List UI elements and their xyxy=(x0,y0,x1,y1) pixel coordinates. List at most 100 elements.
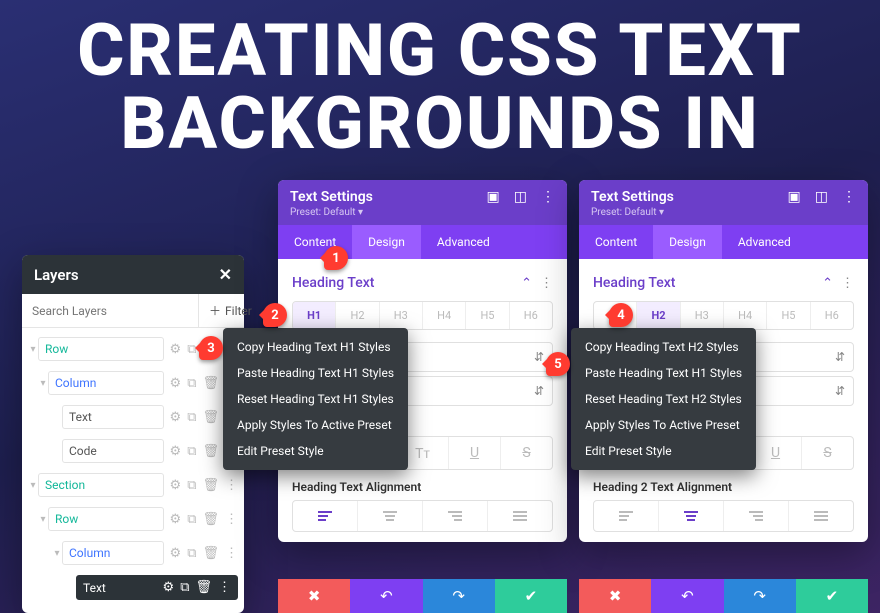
layer-code[interactable]: Code⚙⧉🗑⋮ xyxy=(22,434,244,468)
ctx-copy[interactable]: Copy Heading Text H2 Styles xyxy=(571,334,756,360)
collapse-icon[interactable]: ⌃ xyxy=(521,276,532,291)
redo-button[interactable]: ↷ xyxy=(724,579,796,613)
more-icon[interactable]: ⋮ xyxy=(225,512,238,527)
trash-icon[interactable]: 🗑 xyxy=(202,546,219,561)
htab-h1[interactable]: H1 xyxy=(293,302,336,329)
preset-label[interactable]: Preset: Default ▾ xyxy=(591,207,856,218)
layer-text[interactable]: Text⚙⧉🗑⋮ xyxy=(22,400,244,434)
htab-h2[interactable]: H2 xyxy=(637,302,680,329)
gear-icon[interactable]: ⚙ xyxy=(170,376,182,391)
redo-button[interactable]: ↷ xyxy=(423,579,495,613)
save-button[interactable]: ✔ xyxy=(495,579,567,613)
align-right-button[interactable] xyxy=(423,501,488,531)
ctx-reset[interactable]: Reset Heading Text H2 Styles xyxy=(571,386,756,412)
focus-icon[interactable]: ▣ xyxy=(487,189,500,205)
tab-design[interactable]: Design xyxy=(653,225,722,259)
htab-h4[interactable]: H4 xyxy=(724,302,767,329)
tab-content[interactable]: Content xyxy=(579,225,653,259)
collapse-icon[interactable]: ⌃ xyxy=(822,276,833,291)
tab-design[interactable]: Design xyxy=(352,225,421,259)
underline-button[interactable]: U xyxy=(449,437,501,469)
htab-h5[interactable]: H5 xyxy=(466,302,509,329)
gear-icon[interactable]: ⚙ xyxy=(170,478,182,493)
close-icon[interactable]: ✕ xyxy=(219,265,232,284)
copy-icon[interactable]: ⧉ xyxy=(180,580,189,595)
copy-icon[interactable]: ⧉ xyxy=(187,444,196,459)
expand-icon[interactable]: ◫ xyxy=(514,189,527,205)
marker-5: 5 xyxy=(546,352,570,376)
strike-button[interactable]: S xyxy=(501,437,552,469)
layer-text-active[interactable]: Text⚙⧉🗑⋮ xyxy=(22,570,244,605)
align-justify-button[interactable] xyxy=(789,501,853,531)
layer-section[interactable]: ▾Section⚙⧉🗑⋮ xyxy=(22,468,244,502)
htab-h5[interactable]: H5 xyxy=(767,302,810,329)
trash-icon[interactable]: 🗑 xyxy=(202,512,219,527)
expand-icon[interactable]: ◫ xyxy=(815,189,828,205)
gear-icon[interactable]: ⚙ xyxy=(170,512,182,527)
settings-title: Text Settings xyxy=(290,189,373,205)
ctx-paste[interactable]: Paste Heading Text H1 Styles xyxy=(223,360,408,386)
align-left-button[interactable] xyxy=(594,501,659,531)
copy-icon[interactable]: ⧉ xyxy=(187,410,196,425)
gear-icon[interactable]: ⚙ xyxy=(163,580,175,595)
more-icon[interactable]: ⋮ xyxy=(540,276,553,291)
ctx-edit-preset[interactable]: Edit Preset Style xyxy=(223,438,408,464)
save-button[interactable]: ✔ xyxy=(796,579,868,613)
trash-icon[interactable]: 🗑 xyxy=(202,444,219,459)
ctx-paste[interactable]: Paste Heading Text H1 Styles xyxy=(571,360,756,386)
ctx-apply-preset[interactable]: Apply Styles To Active Preset xyxy=(223,412,408,438)
tab-advanced[interactable]: Advanced xyxy=(421,225,506,259)
trash-icon[interactable]: 🗑 xyxy=(195,580,212,595)
trash-icon[interactable]: 🗑 xyxy=(202,376,219,391)
ctx-reset[interactable]: Reset Heading Text H1 Styles xyxy=(223,386,408,412)
underline-button[interactable]: U xyxy=(750,437,802,469)
copy-icon[interactable]: ⧉ xyxy=(187,512,196,527)
search-input[interactable] xyxy=(22,294,198,327)
align-center-button[interactable] xyxy=(358,501,423,531)
ctx-apply-preset[interactable]: Apply Styles To Active Preset xyxy=(571,412,756,438)
htab-h3[interactable]: H3 xyxy=(681,302,724,329)
align-right-button[interactable] xyxy=(724,501,789,531)
gear-icon[interactable]: ⚙ xyxy=(170,444,182,459)
layer-column[interactable]: ▾Column⚙⧉🗑⋮ xyxy=(22,536,244,570)
preset-label[interactable]: Preset: Default ▾ xyxy=(290,207,555,218)
gear-icon[interactable]: ⚙ xyxy=(170,342,182,357)
undo-button[interactable]: ↶ xyxy=(350,579,422,613)
htab-h4[interactable]: H4 xyxy=(423,302,466,329)
layers-search-row: ＋Filter xyxy=(22,294,244,328)
cancel-button[interactable]: ✖ xyxy=(579,579,651,613)
alignment-label: Heading Text Alignment xyxy=(292,480,553,494)
htab-h6[interactable]: H6 xyxy=(811,302,853,329)
layer-row[interactable]: ▾Row⚙⧉🗑⋮ xyxy=(22,502,244,536)
more-icon[interactable]: ⋮ xyxy=(541,189,555,205)
more-icon[interactable]: ⋮ xyxy=(841,276,854,291)
focus-icon[interactable]: ▣ xyxy=(788,189,801,205)
more-icon[interactable]: ⋮ xyxy=(225,478,238,493)
htab-h2[interactable]: H2 xyxy=(336,302,379,329)
gear-icon[interactable]: ⚙ xyxy=(170,546,182,561)
more-icon[interactable]: ⋮ xyxy=(842,189,856,205)
ctx-edit-preset[interactable]: Edit Preset Style xyxy=(571,438,756,464)
trash-icon[interactable]: 🗑 xyxy=(202,410,219,425)
trash-icon[interactable]: 🗑 xyxy=(202,478,219,493)
align-center-button[interactable] xyxy=(659,501,724,531)
htab-h6[interactable]: H6 xyxy=(510,302,552,329)
htab-h3[interactable]: H3 xyxy=(380,302,423,329)
more-icon[interactable]: ⋮ xyxy=(225,546,238,561)
copy-icon[interactable]: ⧉ xyxy=(187,478,196,493)
strike-button[interactable]: S xyxy=(802,437,853,469)
gear-icon[interactable]: ⚙ xyxy=(170,410,182,425)
undo-button[interactable]: ↶ xyxy=(651,579,723,613)
ctx-copy[interactable]: Copy Heading Text H1 Styles xyxy=(223,334,408,360)
align-left-button[interactable] xyxy=(293,501,358,531)
align-justify-button[interactable] xyxy=(488,501,552,531)
cancel-button[interactable]: ✖ xyxy=(278,579,350,613)
more-icon[interactable]: ⋮ xyxy=(218,580,231,595)
copy-icon[interactable]: ⧉ xyxy=(187,546,196,561)
hero-title: CREATING CSS TEXT BACKGROUNDS IN xyxy=(0,14,880,161)
tab-advanced[interactable]: Advanced xyxy=(722,225,807,259)
copy-icon[interactable]: ⧉ xyxy=(187,376,196,391)
alignment-label: Heading 2 Text Alignment xyxy=(593,480,854,494)
settings-header: Text Settings ▣ ◫ ⋮ Preset: Default ▾ xyxy=(278,180,567,225)
layer-column[interactable]: ▾Column⚙⧉🗑⋮ xyxy=(22,366,244,400)
